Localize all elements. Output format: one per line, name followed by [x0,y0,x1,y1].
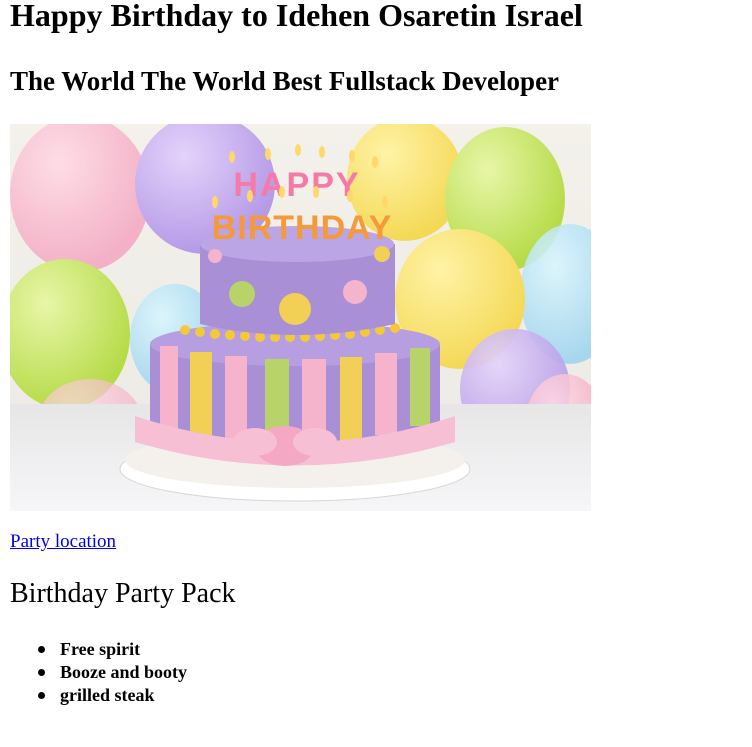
page-subtitle: The World The World Best Fullstack Devel… [10,66,560,96]
list-item-label: Booze and booty [60,662,188,682]
party-pack-list: Free spirit Booze and booty grilled stea… [20,638,187,707]
bullet-icon [38,692,45,699]
party-location-link[interactable]: Party location [10,531,116,553]
list-item: grilled steak [38,684,187,707]
bullet-icon [38,669,45,676]
list-item-label: Free spirit [60,639,141,659]
party-pack-heading: Birthday Party Pack [10,578,236,609]
birthday-cake-image: HAPPY BIRTHDAY [10,124,591,511]
list-item: Booze and booty [38,661,188,684]
bullet-icon [38,646,45,653]
cake-text-birthday: BIRTHDAY [212,209,393,247]
list-item: Free spirit [38,638,187,661]
page-title: Happy Birthday to Idehen Osaretin Israel [10,0,583,33]
list-item-label: grilled steak [60,685,155,705]
